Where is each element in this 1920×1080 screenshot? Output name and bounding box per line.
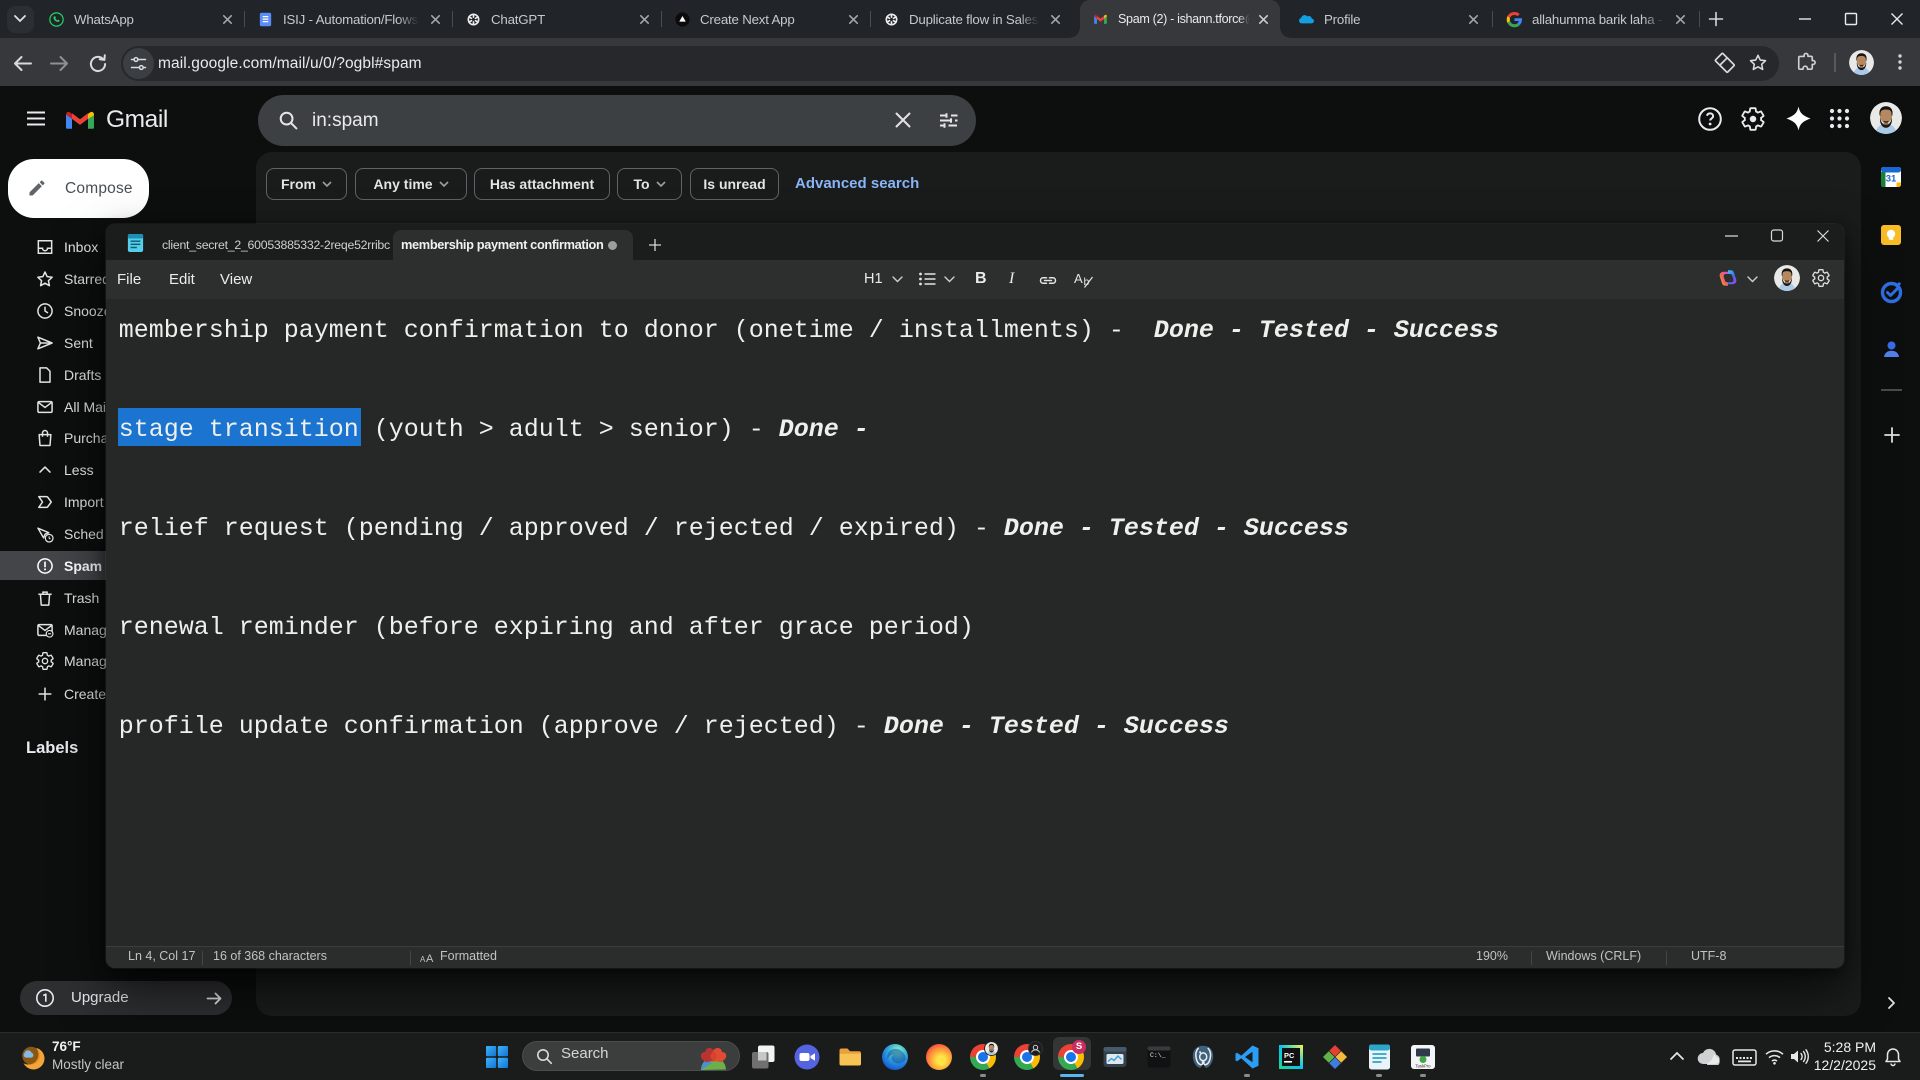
svg-text:A: A: [426, 953, 434, 964]
svg-text:A: A: [1074, 271, 1083, 286]
svg-text:31: 31: [1886, 174, 1897, 185]
svg-text:C:\_: C:\_: [1150, 1052, 1166, 1059]
svg-text:TaskPro: TaskPro: [1415, 1064, 1431, 1069]
svg-text:PC: PC: [1284, 1051, 1295, 1060]
